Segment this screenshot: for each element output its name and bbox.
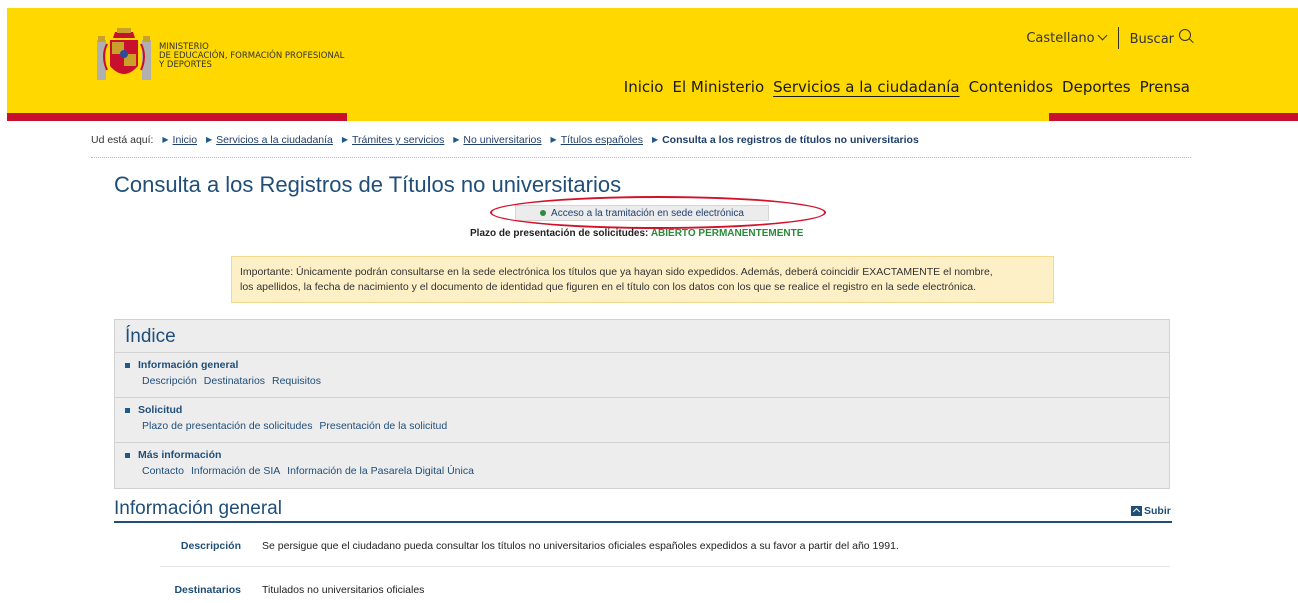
bullet-square-icon: [125, 452, 130, 458]
breadcrumb-arrow-icon: ▶: [453, 135, 460, 144]
index-section-heading[interactable]: Más información: [125, 449, 1169, 461]
status-dot-icon: [540, 210, 547, 216]
header-utilities: Castellano Buscar: [1026, 27, 1193, 49]
index-links: Contacto Información de SIA Información …: [125, 465, 1169, 477]
index-links: Plazo de presentación de solicitudes Pre…: [125, 420, 1169, 432]
utils-separator: [1117, 27, 1119, 49]
chevron-down-icon: [1097, 30, 1108, 40]
search-label: Buscar: [1129, 32, 1174, 47]
breadcrumb-current: Consulta a los registros de títulos no u…: [662, 134, 919, 146]
nav-item-inicio[interactable]: Inicio: [624, 78, 664, 96]
search-button[interactable]: Buscar: [1130, 29, 1193, 47]
breadcrumb: Ud está aquí: ▶ Inicio ▶ Servicios a la ci…: [91, 134, 919, 146]
breadcrumb-link[interactable]: Servicios a la ciudadanía: [216, 134, 333, 146]
index-links: Descripción Destinatarios Requisitos: [125, 375, 1169, 387]
sede-access-label: Acceso a la tramitación en sede electrón…: [551, 207, 744, 219]
index-section: Información general Descripción Destinat…: [115, 353, 1169, 398]
breadcrumb-link[interactable]: Títulos españoles: [561, 134, 643, 146]
index-heading-label: Más información: [138, 449, 222, 461]
divider: [91, 157, 1191, 158]
breadcrumb-arrow-icon: ▶: [162, 135, 169, 144]
index-link[interactable]: Descripción: [142, 375, 197, 387]
notice-line-2: los apellidos, la fecha de nacimiento y …: [240, 281, 977, 293]
back-to-top-label: Subir: [1144, 505, 1171, 517]
index-heading-label: Información general: [138, 359, 239, 371]
nav-item-ministerio[interactable]: El Ministerio: [672, 78, 764, 96]
index-link[interactable]: Requisitos: [272, 375, 321, 387]
breadcrumb-arrow-icon: ▶: [341, 135, 348, 144]
back-to-top-link[interactable]: Subir: [1131, 505, 1171, 517]
important-notice: Importante: Únicamente podrán consultars…: [231, 256, 1054, 303]
sede-access-button[interactable]: Acceso a la tramitación en sede electrón…: [515, 205, 769, 221]
ministry-logo[interactable]: Ministerio de Educación, Formación Profe…: [95, 26, 344, 86]
index-panel: Índice Información general Descripción D…: [114, 319, 1170, 489]
breadcrumb-arrow-icon: ▶: [205, 135, 213, 144]
header-red-bar-left: [7, 113, 347, 121]
index-section: Más información Contacto Información de …: [115, 443, 1169, 488]
index-title: Índice: [115, 320, 1169, 353]
coat-of-arms-icon: [97, 28, 151, 80]
language-label: Castellano: [1026, 30, 1095, 46]
nav-item-prensa[interactable]: Prensa: [1140, 78, 1190, 96]
section-rule: [114, 521, 1172, 523]
row-divider: [160, 566, 1170, 567]
main-nav: Inicio El Ministerio Servicios a la ciud…: [615, 78, 1190, 96]
plazo-status-value: ABIERTO PERMANENTEMENTE: [650, 228, 804, 239]
bullet-square-icon: [125, 362, 130, 368]
index-section: Solicitud Plazo de presentación de solic…: [115, 398, 1169, 443]
definition-value: Se persigue que el ciudadano pueda consu…: [262, 540, 899, 552]
notice-line-1: Importante: Únicamente podrán consultars…: [240, 266, 993, 278]
language-selector[interactable]: Castellano: [1026, 30, 1108, 46]
breadcrumb-arrow-icon: ▶: [651, 135, 659, 144]
definition-term: Destinatarios: [174, 584, 241, 596]
definition-term: Descripción: [180, 540, 241, 552]
breadcrumb-link[interactable]: Trámites y servicios: [352, 134, 444, 146]
definition-value: Titulados no universitarios oficiales: [262, 584, 425, 596]
breadcrumb-arrow-icon: ▶: [550, 135, 557, 144]
index-link[interactable]: Plazo de presentación de solicitudes: [142, 420, 312, 432]
nav-item-servicios[interactable]: Servicios a la ciudadanía: [773, 78, 959, 96]
plazo-label: Plazo de presentación de solicitudes:: [470, 228, 649, 239]
index-section-heading[interactable]: Solicitud: [125, 404, 1169, 416]
breadcrumb-link[interactable]: Inicio: [173, 134, 198, 146]
page-title: Consulta a los Registros de Títulos no u…: [114, 172, 622, 197]
arrow-up-icon: [1131, 506, 1142, 516]
bullet-square-icon: [125, 407, 130, 413]
ministry-line-3: y Deportes: [159, 60, 212, 70]
index-link[interactable]: Destinatarios: [204, 375, 265, 387]
plazo-status: Plazo de presentación de solicitudes: AB…: [470, 228, 803, 239]
nav-item-contenidos[interactable]: Contenidos: [969, 78, 1053, 96]
breadcrumb-label: Ud está aquí:: [91, 134, 154, 146]
nav-item-deportes[interactable]: Deportes: [1062, 78, 1131, 96]
header-red-bar-right: [1049, 113, 1298, 121]
section-title: Información general: [114, 498, 282, 519]
index-link[interactable]: Información de SIA: [191, 465, 280, 477]
breadcrumb-link[interactable]: No universitarios: [463, 134, 541, 146]
index-heading-label: Solicitud: [138, 404, 183, 416]
index-link[interactable]: Información de la Pasarela Digital Única: [287, 465, 474, 477]
search-icon: [1179, 29, 1193, 43]
index-link[interactable]: Contacto: [142, 465, 184, 477]
index-section-heading[interactable]: Información general: [125, 359, 1169, 371]
ministry-name: Ministerio de Educación, Formación Profe…: [159, 43, 344, 70]
index-link[interactable]: Presentación de la solicitud: [319, 420, 447, 432]
